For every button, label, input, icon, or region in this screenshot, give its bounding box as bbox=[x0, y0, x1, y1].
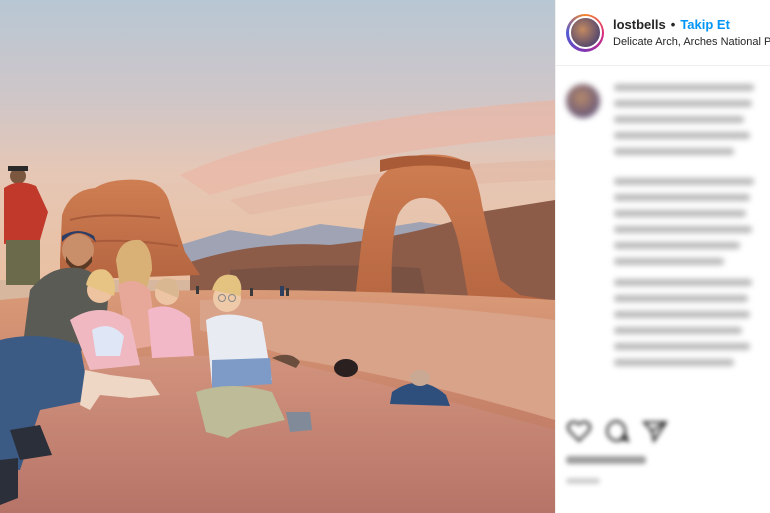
caption-paragraph bbox=[614, 178, 760, 265]
action-icons bbox=[566, 418, 770, 444]
username-link[interactable]: lostbells bbox=[613, 17, 666, 32]
post-sidebar: lostbells • Takip Et Delicate Arch, Arch… bbox=[555, 0, 770, 513]
instagram-post: lostbells • Takip Et Delicate Arch, Arch… bbox=[0, 0, 770, 513]
profile-avatar[interactable] bbox=[566, 13, 604, 52]
action-bar-blurred bbox=[566, 418, 770, 488]
header-text: lostbells • Takip Et Delicate Arch, Arch… bbox=[613, 17, 770, 48]
comment-icon[interactable] bbox=[604, 418, 630, 444]
share-icon[interactable] bbox=[642, 418, 668, 444]
photo-scene bbox=[0, 0, 555, 513]
heart-icon[interactable] bbox=[566, 418, 592, 444]
caption-area-blurred bbox=[556, 66, 770, 406]
post-photo[interactable] bbox=[0, 0, 555, 513]
separator-dot: • bbox=[670, 17, 676, 32]
avatar-image bbox=[568, 16, 602, 49]
follow-button[interactable]: Takip Et bbox=[680, 17, 730, 32]
caption-avatar bbox=[566, 84, 600, 118]
location-link[interactable]: Delicate Arch, Arches National Park bbox=[613, 36, 770, 48]
likes-count[interactable] bbox=[566, 456, 646, 464]
post-date bbox=[566, 478, 600, 484]
caption-row bbox=[566, 84, 760, 164]
post-header: lostbells • Takip Et Delicate Arch, Arch… bbox=[556, 0, 770, 66]
caption-paragraph bbox=[614, 279, 760, 366]
caption-lines bbox=[614, 84, 760, 164]
header-line: lostbells • Takip Et bbox=[613, 17, 770, 32]
